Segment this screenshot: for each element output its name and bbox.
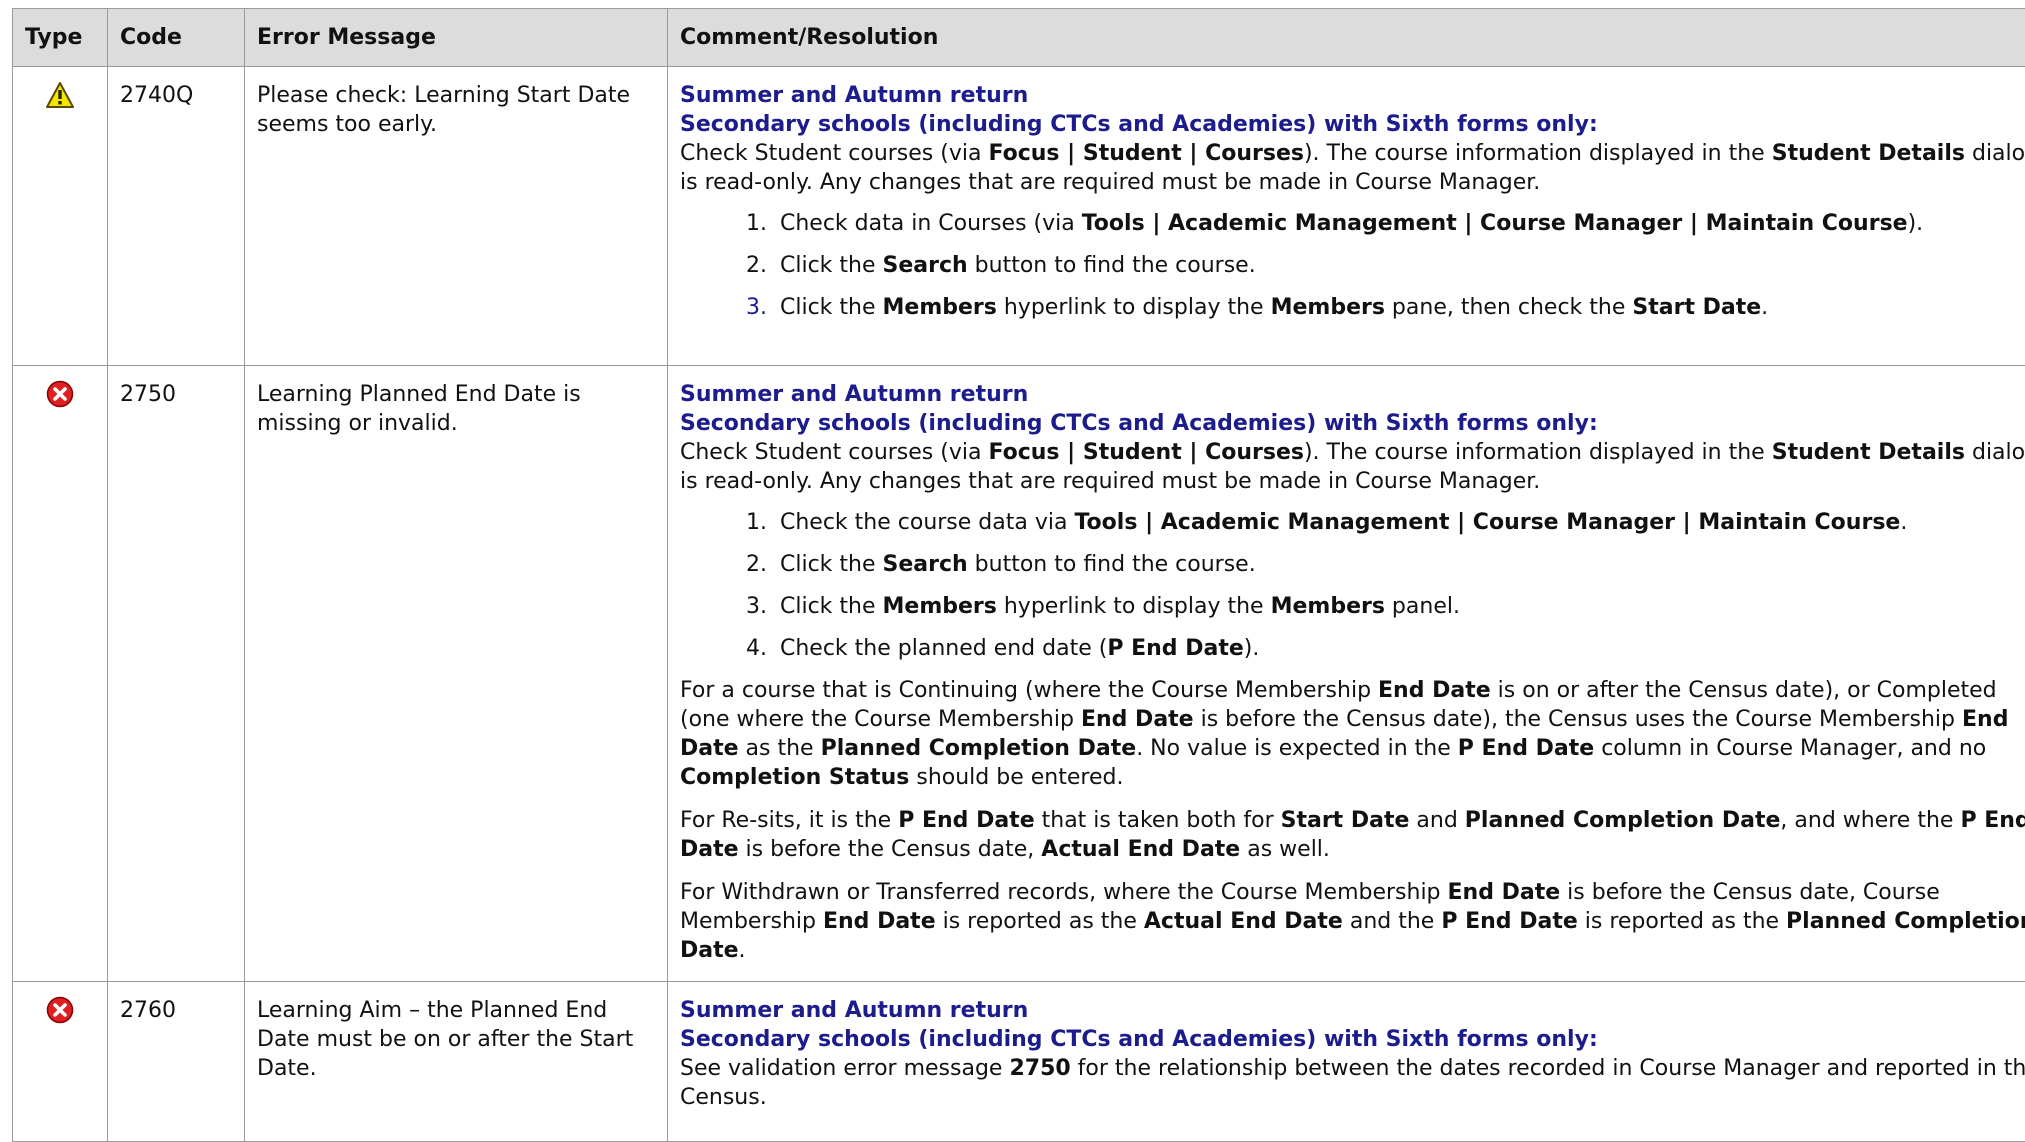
intro-text: See validation error message 2750 for th… [680,1054,2025,1112]
list-item: Click the Search button to find the cour… [774,550,2025,579]
error-message-cell: Please check: Learning Start Date seems … [245,67,668,366]
table-row: 2750 Learning Planned End Date is missin… [13,366,2025,982]
school-type-heading: Secondary schools (including CTCs and Ac… [680,409,2025,438]
code-cell: 2760 [108,982,245,1142]
error-message-column-header: Error Message [245,9,668,67]
withdrawn-paragraph: For Withdrawn or Transferred records, wh… [680,878,2025,965]
table-row: 2740Q Please check: Learning Start Date … [13,67,2025,366]
return-heading: Summer and Autumn return [680,996,2025,1025]
intro-text: Check Student courses (via Focus | Stude… [680,438,2025,496]
return-heading: Summer and Autumn return [680,380,2025,409]
resolution-cell: Summer and Autumn return Secondary schoo… [668,366,2025,982]
error-icon [46,380,74,408]
return-heading: Summer and Autumn return [680,81,2025,110]
type-cell [13,366,108,982]
list-item: Check the course data via Tools | Academ… [774,508,2025,537]
intro-text: Check Student courses (via Focus | Stude… [680,139,2025,197]
steps-list: Check the course data via Tools | Academ… [680,508,2025,663]
error-message-cell: Learning Planned End Date is missing or … [245,366,668,982]
list-item: Check data in Courses (via Tools | Acade… [774,209,2025,238]
list-item: Click the Search button to find the cour… [774,251,2025,280]
code-cell: 2740Q [108,67,245,366]
error-icon [46,996,74,1024]
continuing-paragraph: For a course that is Continuing (where t… [680,676,2025,792]
type-cell [13,982,108,1142]
type-cell [13,67,108,366]
school-type-heading: Secondary schools (including CTCs and Ac… [680,110,2025,139]
steps-list: Check data in Courses (via Tools | Acade… [680,209,2025,322]
resolution-cell: Summer and Autumn return Secondary schoo… [668,982,2025,1142]
list-item: Click the Members hyperlink to display t… [774,592,2025,621]
table-header-row: Type Code Error Message Comment/Resoluti… [13,9,2025,67]
code-column-header: Code [108,9,245,67]
validation-errors-table: Type Code Error Message Comment/Resoluti… [12,8,2025,1142]
type-column-header: Type [13,9,108,67]
list-item: Check the planned end date (P End Date). [774,634,2025,663]
code-cell: 2750 [108,366,245,982]
warning-icon [46,81,74,109]
resolution-column-header: Comment/Resolution [668,9,2025,67]
resits-paragraph: For Re-sits, it is the P End Date that i… [680,806,2025,864]
list-item: Click the Members hyperlink to display t… [774,293,2025,322]
error-message-cell: Learning Aim – the Planned End Date must… [245,982,668,1142]
school-type-heading: Secondary schools (including CTCs and Ac… [680,1025,2025,1054]
resolution-cell: Summer and Autumn return Secondary schoo… [668,67,2025,366]
table-row: 2760 Learning Aim – the Planned End Date… [13,982,2025,1142]
